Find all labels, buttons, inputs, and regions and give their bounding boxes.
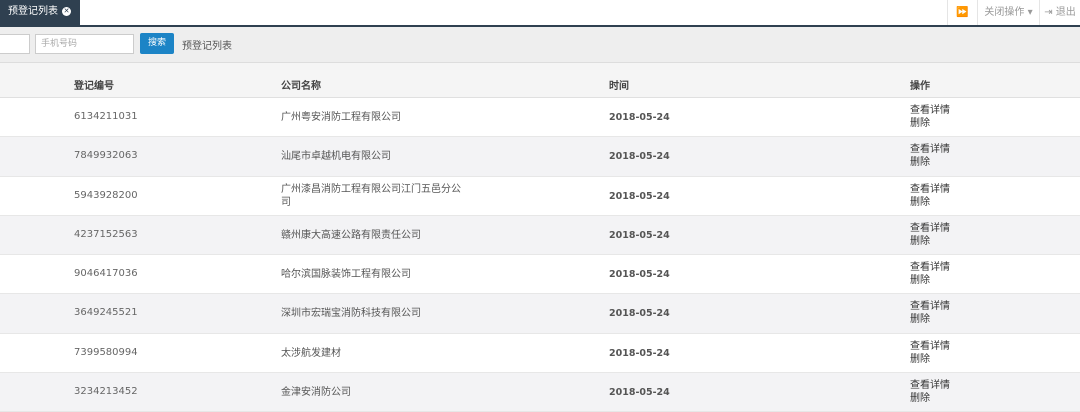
search-bar: 手机号码 搜索 预登记列表 xyxy=(0,27,1080,63)
table-row: 4237152563 赣州康大高速公路有限责任公司 2018-05-24 查看详情 删除 xyxy=(0,215,1080,256)
delete-link[interactable]: 删除 xyxy=(910,117,950,130)
table-row: 3649245521 深圳市宏瑞宝消防科技有限公司 2018-05-24 查看详情 删除 xyxy=(0,294,1080,334)
registration-id: 3234213452 xyxy=(74,386,138,398)
registration-table: 登记编号 公司名称 时间 操作 6134211031 广州粤安消防工程有限公司 20… xyxy=(0,63,1080,412)
table-body: 6134211031 广州粤安消防工程有限公司 2018-05-24 查看详情 删除 78… xyxy=(0,98,1080,412)
delete-link[interactable]: 删除 xyxy=(910,274,950,287)
logout-icon: ⇥ xyxy=(1044,7,1053,18)
filter-input[interactable] xyxy=(0,34,30,54)
table-row: 7399580994 太涉航发建材 2018-05-24 查看详情 删除 xyxy=(0,333,1080,374)
delete-link[interactable]: 删除 xyxy=(910,353,950,366)
header-id: 登记编号 xyxy=(74,81,114,92)
view-details-link[interactable]: 查看详情 xyxy=(910,300,950,313)
registration-id: 5943928200 xyxy=(74,189,138,201)
forward-button[interactable]: ⏩ xyxy=(947,0,977,25)
view-details-link[interactable]: 查看详情 xyxy=(910,183,950,196)
company-name: 赣州康大高速公路有限责任公司 xyxy=(281,229,421,241)
registration-date: 2018-05-24 xyxy=(609,151,670,163)
caret-down-icon: ▾ xyxy=(1024,7,1033,18)
view-details-link[interactable]: 查看详情 xyxy=(910,340,950,353)
view-details-link[interactable]: 查看详情 xyxy=(910,222,950,235)
delete-link[interactable]: 删除 xyxy=(910,196,950,209)
tab-label: 预登记列表 xyxy=(8,6,58,17)
table-row: 5943928200 广州漆昌消防工程有限公司江门五邑分公司 2018-05-24 查… xyxy=(0,176,1080,216)
header-time: 时间 xyxy=(609,81,629,92)
row-actions: 查看详情 删除 xyxy=(910,261,950,287)
row-actions: 查看详情 删除 xyxy=(910,222,950,248)
registration-date: 2018-05-24 xyxy=(609,190,670,202)
registration-date: 2018-05-24 xyxy=(609,229,670,241)
registration-id: 7399580994 xyxy=(74,346,138,358)
delete-link[interactable]: 删除 xyxy=(910,156,950,169)
registration-date: 2018-05-24 xyxy=(609,112,670,123)
forward-icon: ⏩ xyxy=(956,7,969,18)
delete-link[interactable]: 删除 xyxy=(910,313,950,326)
registration-id: 4237152563 xyxy=(74,228,138,240)
row-actions: 查看详情 删除 xyxy=(910,143,950,169)
registration-date: 2018-05-24 xyxy=(609,387,670,399)
company-name: 金津安消防公司 xyxy=(281,387,351,399)
company-name: 汕尾市卓越机电有限公司 xyxy=(281,151,391,163)
header-ops: 操作 xyxy=(910,81,930,92)
registration-id: 9046417036 xyxy=(74,268,138,280)
view-details-link[interactable]: 查看详情 xyxy=(910,143,950,156)
view-details-link[interactable]: 查看详情 xyxy=(910,104,950,117)
table-row: 6134211031 广州粤安消防工程有限公司 2018-05-24 查看详情 删除 xyxy=(0,98,1080,138)
delete-link[interactable]: 删除 xyxy=(910,392,950,405)
registration-date: 2018-05-24 xyxy=(609,347,670,359)
delete-link[interactable]: 删除 xyxy=(910,235,950,248)
registration-id: 6134211031 xyxy=(74,111,138,122)
registration-id: 7849932063 xyxy=(74,150,138,162)
table-row: 9046417036 哈尔滨国脉装饰工程有限公司 2018-05-24 查看详情 删除 xyxy=(0,255,1080,295)
company-name: 广州漆昌消防工程有限公司江门五邑分公司 xyxy=(281,183,461,208)
registration-id: 3649245521 xyxy=(74,307,138,319)
header-company: 公司名称 xyxy=(281,81,321,92)
tab-pre-registration-list[interactable]: 预登记列表 ✕ xyxy=(0,0,80,25)
search-button[interactable]: 搜索 xyxy=(140,33,174,54)
row-actions: 查看详情 删除 xyxy=(910,340,950,366)
row-actions: 查看详情 删除 xyxy=(910,379,950,405)
row-actions: 查看详情 删除 xyxy=(910,104,950,130)
logout-button[interactable]: ⇥ 退出 xyxy=(1039,0,1080,25)
table-row: 7849932063 汕尾市卓越机电有限公司 2018-05-24 查看详情 删除 xyxy=(0,137,1080,177)
view-details-link[interactable]: 查看详情 xyxy=(910,379,950,392)
row-actions: 查看详情 删除 xyxy=(910,183,950,209)
logout-label: 退出 xyxy=(1055,7,1076,18)
company-name: 深圳市宏瑞宝消防科技有限公司 xyxy=(281,308,421,320)
close-operations-label: 关闭操作 xyxy=(984,7,1025,18)
tab-bar: 预登记列表 ✕ ⏩ 关闭操作 ▾ ⇥ 退出 xyxy=(0,0,1080,27)
table-row: 3234213452 金津安消防公司 2018-05-24 查看详情 删除 xyxy=(0,373,1080,412)
list-title: 预登记列表 xyxy=(182,41,232,52)
registration-date: 2018-05-24 xyxy=(609,269,670,281)
phone-input[interactable]: 手机号码 xyxy=(35,34,134,54)
company-name: 太涉航发建材 xyxy=(281,347,341,359)
company-name: 广州粤安消防工程有限公司 xyxy=(281,112,401,123)
registration-date: 2018-05-24 xyxy=(609,308,670,320)
company-name: 哈尔滨国脉装饰工程有限公司 xyxy=(281,269,411,281)
row-actions: 查看详情 删除 xyxy=(910,300,950,326)
close-operations-dropdown[interactable]: 关闭操作 ▾ xyxy=(977,0,1039,25)
table-header: 登记编号 公司名称 时间 操作 xyxy=(0,63,1080,98)
close-circle-icon[interactable]: ✕ xyxy=(62,7,71,16)
view-details-link[interactable]: 查看详情 xyxy=(910,261,950,274)
